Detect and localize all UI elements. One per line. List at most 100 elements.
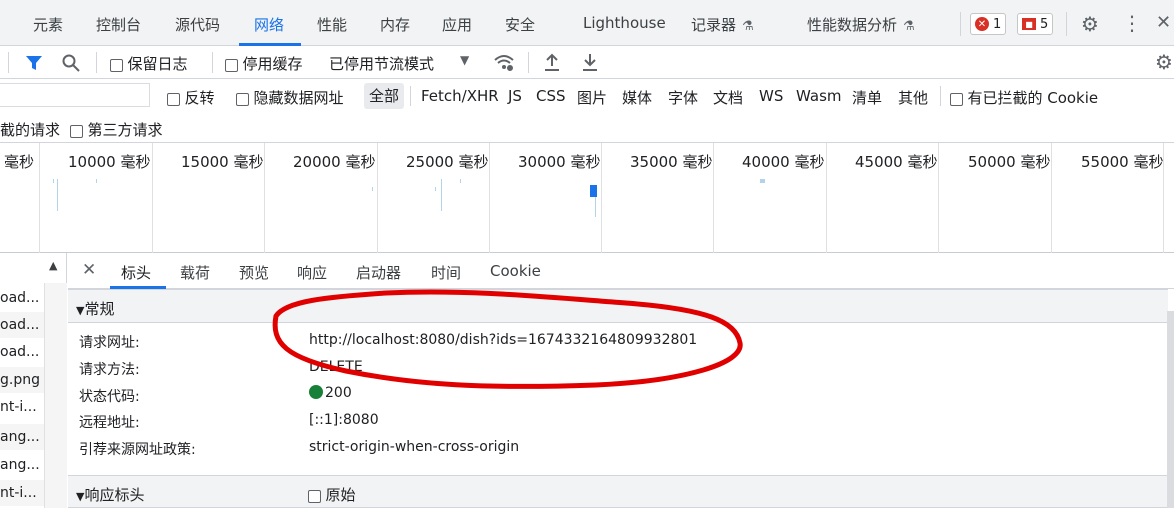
general-title-label: 常规 — [84, 300, 115, 318]
export-har-download-icon[interactable] — [581, 52, 599, 72]
disable-cache-checkbox[interactable]: 停用缓存 — [225, 53, 302, 74]
timeline-tick: 30000 毫秒 — [518, 153, 601, 171]
list-item[interactable]: g.png — [0, 367, 44, 393]
network-overview-timeline[interactable]: 毫秒 10000 毫秒 15000 毫秒 20000 毫秒 25000 毫秒 3… — [0, 143, 1174, 253]
filter-type-js[interactable]: JS — [508, 87, 522, 105]
tab-performance[interactable]: 性能 — [317, 14, 347, 35]
detail-tab-headers[interactable]: 标头 — [121, 262, 151, 283]
tab-security[interactable]: 安全 — [505, 14, 535, 35]
dropdown-arrow-icon[interactable]: ▼ — [460, 53, 469, 67]
grid-line — [489, 143, 490, 253]
tab-lighthouse[interactable]: Lighthouse — [583, 14, 666, 32]
tab-elements[interactable]: 元素 — [33, 14, 63, 35]
filter-type-fetch-xhr[interactable]: Fetch/XHR — [421, 87, 499, 105]
raw-headers-checkbox[interactable]: 原始 — [308, 484, 355, 505]
tab-sources[interactable]: 源代码 — [175, 14, 220, 35]
invert-checkbox[interactable]: 反转 — [167, 87, 214, 108]
filter-icon[interactable] — [25, 54, 43, 72]
timeline-tick: 20000 毫秒 — [293, 153, 376, 171]
request-waterfall-mark — [460, 179, 461, 183]
detail-tab-payload[interactable]: 载荷 — [180, 262, 210, 283]
timeline-tick: 毫秒 — [4, 153, 35, 171]
list-item[interactable]: oad... — [0, 312, 44, 338]
filter-type-doc[interactable]: 文档 — [713, 87, 743, 108]
tab-application[interactable]: 应用 — [442, 14, 472, 35]
checkbox-box — [950, 92, 963, 106]
list-item[interactable]: ang... — [0, 452, 44, 478]
blocked-requests-label[interactable]: 截的请求 — [0, 119, 60, 140]
detail-tab-response[interactable]: 响应 — [297, 262, 327, 283]
issues-count-badge[interactable]: ■ 5 — [1017, 13, 1054, 35]
timeline-tick: 45000 毫秒 — [855, 153, 938, 171]
filter-type-all[interactable]: 全部 — [364, 83, 405, 109]
tab-recorder[interactable]: 记录器 ⚗ — [691, 14, 754, 35]
settings-gear-icon[interactable]: ⚙ — [1081, 12, 1099, 36]
filter-type-img[interactable]: 图片 — [577, 87, 607, 108]
import-har-upload-icon[interactable] — [543, 52, 561, 72]
tab-console[interactable]: 控制台 — [96, 14, 141, 35]
hide-data-urls-checkbox[interactable]: 隐藏数据网址 — [236, 87, 343, 108]
filter-input[interactable] — [0, 83, 150, 107]
request-waterfall-mark — [53, 179, 54, 183]
detail-tab-cookies[interactable]: Cookie — [490, 262, 541, 280]
filter-bar: 反转 隐藏数据网址 全部 Fetch/XHR JS CSS 图片 媒体 字体 文… — [0, 79, 1174, 113]
list-item[interactable]: oad... — [0, 285, 44, 311]
close-details-icon[interactable]: ✕ — [82, 260, 96, 280]
list-item[interactable]: ang... — [0, 424, 44, 450]
details-scrollbar[interactable] — [1167, 311, 1174, 508]
list-item[interactable]: nt-i... — [0, 480, 44, 506]
third-party-checkbox[interactable]: 第三方请求 — [70, 119, 162, 140]
filter-type-media[interactable]: 媒体 — [622, 87, 652, 108]
request-waterfall-mark — [372, 187, 373, 191]
grid-line — [39, 143, 40, 253]
response-headers-title: ▼响应标头 — [76, 484, 144, 505]
checkbox-box — [308, 489, 321, 503]
list-item[interactable]: nt-i... — [0, 394, 44, 420]
hide-data-urls-label: 隐藏数据网址 — [253, 89, 344, 107]
error-count-badge[interactable]: ✕ 1 — [970, 13, 1007, 35]
timeline-tick: 25000 毫秒 — [406, 153, 489, 171]
filter-type-wasm[interactable]: Wasm — [796, 87, 842, 105]
timeline-tick: 55000 毫秒 — [1081, 153, 1164, 171]
network-conditions-wifi-icon[interactable] — [493, 53, 515, 73]
remote-address-value: [::1]:8080 — [309, 412, 379, 428]
network-toolbar: 保留日志 停用缓存 已停用节流模式 ▼ ⚙ — [0, 46, 1174, 79]
request-waterfall-mark — [96, 179, 97, 183]
raw-headers-label: 原始 — [325, 486, 356, 504]
preserve-log-checkbox[interactable]: 保留日志 — [110, 53, 187, 74]
tab-performance-insights-label: 性能数据分析 — [807, 16, 898, 34]
checkbox-box — [110, 58, 123, 72]
list-scrollbar-track[interactable] — [44, 283, 67, 508]
checkbox-box — [167, 92, 180, 106]
throttling-select[interactable]: 已停用节流模式 — [329, 53, 434, 74]
filter-type-font[interactable]: 字体 — [668, 87, 698, 108]
header-row-key: 请求网址: — [79, 335, 140, 351]
divider — [212, 52, 213, 73]
more-options-icon[interactable]: ⋮ — [1122, 11, 1142, 35]
filter-type-other[interactable]: 其他 — [898, 87, 928, 108]
response-headers-section-header[interactable]: ▼响应标头 原始 — [68, 475, 1168, 508]
search-icon[interactable] — [61, 53, 81, 73]
tab-memory[interactable]: 内存 — [380, 14, 410, 35]
tab-network[interactable]: 网络 — [254, 14, 284, 35]
filter-type-css[interactable]: CSS — [536, 87, 566, 105]
header-row-key: 状态代码: — [79, 389, 140, 405]
detail-tab-preview[interactable]: 预览 — [239, 262, 269, 283]
filter-type-ws[interactable]: WS — [759, 87, 783, 105]
divider — [8, 52, 9, 73]
flask-icon: ⚗ — [742, 19, 754, 34]
list-item[interactable]: oad... — [0, 339, 44, 365]
network-settings-gear-icon[interactable]: ⚙ — [1155, 50, 1173, 74]
blocked-cookies-checkbox[interactable]: 有已拦截的 Cookie — [950, 87, 1098, 108]
tab-performance-insights[interactable]: 性能数据分析 ⚗ — [807, 14, 915, 35]
sort-ascending-icon[interactable]: ▲ — [49, 259, 57, 272]
devtools-tab-bar: 元素 控制台 源代码 网络 性能 内存 应用 安全 Lighthouse 记录器… — [0, 0, 1174, 46]
detail-tab-initiator[interactable]: 启动器 — [356, 262, 401, 283]
checkbox-box — [225, 58, 238, 72]
timeline-tick: 50000 毫秒 — [968, 153, 1051, 171]
divider — [1066, 12, 1067, 36]
detail-tab-timing[interactable]: 时间 — [431, 262, 461, 283]
divider — [410, 86, 411, 106]
filter-type-manifest[interactable]: 清单 — [852, 87, 882, 108]
close-icon[interactable]: ✕ — [1156, 12, 1171, 33]
